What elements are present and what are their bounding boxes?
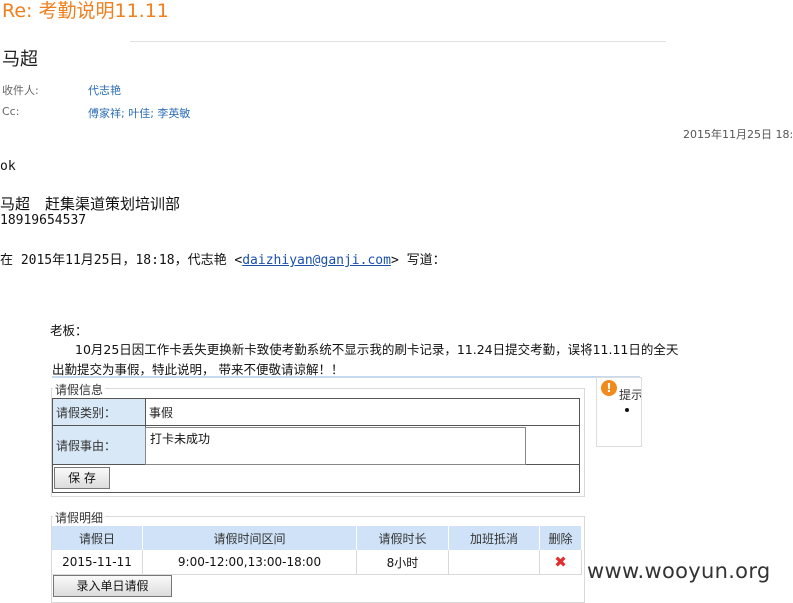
tip-label: 提示 — [619, 388, 642, 402]
body-ok-text: ok — [0, 159, 16, 174]
col-leave-date: 请假日 — [52, 526, 143, 550]
leave-info-legend: 请假信息 — [53, 381, 106, 398]
row-date: 2015-11-11 — [52, 550, 143, 575]
row-duration: 8小时 — [356, 550, 449, 575]
col-leave-range: 请假时间区间 — [142, 526, 357, 550]
signature-name: 马超 赶集渠道策划培训部 — [0, 195, 181, 213]
cc-label: Cc: — [2, 105, 20, 118]
row-delete-cell: ✖ — [539, 550, 582, 575]
quote-suffix: > 写道： — [390, 253, 446, 268]
row-range: 9:00-12:00,13:00-18:00 — [142, 550, 357, 575]
row-offset — [448, 550, 540, 575]
to-recipient-link[interactable]: 代志艳 — [88, 82, 121, 98]
to-label: 收件人: — [2, 84, 39, 97]
col-delete: 删除 — [539, 526, 582, 550]
quote-header: 在 2015年11月25日，18:18，代志艳 <daizhiyan@ganji… — [0, 249, 446, 268]
header-divider — [130, 41, 666, 42]
leave-reason-label: 请假事由： — [52, 425, 146, 465]
leave-detail-table: 请假日 请假时间区间 请假时长 加班抵消 删除 2015-11-11 9:00-… — [52, 526, 582, 575]
col-leave-duration: 请假时长 — [356, 526, 449, 550]
sender-name: 马超 — [2, 49, 38, 70]
leave-reason-textarea[interactable]: 打卡未成功 — [145, 427, 526, 465]
table-row: 2015-11-11 9:00-12:00,13:00-18:00 8小时 ✖ — [52, 550, 582, 575]
quote-prefix: 在 2015年11月25日，18:18，代志艳 < — [0, 253, 243, 268]
add-single-day-leave-button[interactable]: 录入单日请假 — [53, 575, 172, 597]
col-overtime-offset: 加班抵消 — [448, 526, 540, 550]
embedded-greeting: 老板： — [50, 323, 88, 338]
delete-icon[interactable]: ✖ — [554, 553, 567, 571]
warning-icon: ! — [601, 380, 617, 396]
tip-bullet-icon — [625, 408, 629, 412]
leave-type-value[interactable]: 事假 — [145, 398, 580, 426]
email-subject: Re: 考勤说明11.11 — [2, 0, 169, 22]
save-button[interactable]: 保 存 — [54, 467, 110, 489]
email-date: 2015年11月25日 18:20 — [683, 128, 793, 141]
embedded-paragraph-line1: 10月25日因工作卡丢失更换新卡致使考勤系统不显示我的刷卡记录，11.24日提交… — [75, 342, 679, 357]
watermark: www.wooyun.org — [587, 559, 771, 583]
embedded-divider — [52, 376, 640, 378]
cc-recipients-link[interactable]: 傅家祥; 叶佳; 李英敏 — [88, 105, 190, 121]
tip-panel: ! 提示 — [596, 377, 642, 447]
quote-email-link[interactable]: daizhiyan@ganji.com — [242, 253, 391, 268]
leave-type-label: 请假类别： — [52, 398, 146, 426]
signature-phone: 18919654537 — [0, 213, 87, 228]
leave-info-actions — [52, 464, 580, 493]
leave-detail-legend: 请假明细 — [53, 509, 106, 526]
